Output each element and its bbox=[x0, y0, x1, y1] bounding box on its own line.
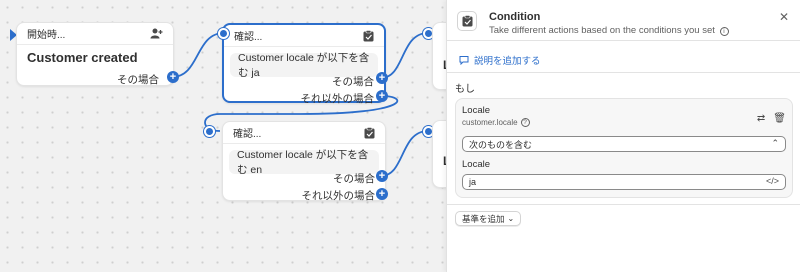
clipboard-check-icon bbox=[457, 11, 477, 31]
start-node[interactable]: 開始時... Customer created その場合 bbox=[16, 22, 174, 86]
chevron-down-icon: ⌄ bbox=[507, 214, 515, 223]
clipboard-check-icon bbox=[363, 29, 374, 41]
condition-node-2[interactable]: 確認... Customer locale が以下を含む en その場合 それ以… bbox=[222, 121, 386, 202]
condition-field-path-text: customer.locale bbox=[462, 118, 518, 127]
swap-icon[interactable]: ⇄ bbox=[757, 113, 765, 124]
condition-1-else-add-icon[interactable]: + bbox=[376, 90, 388, 102]
condition-1-input-port[interactable] bbox=[218, 28, 229, 39]
value-field-label: Locale bbox=[462, 159, 490, 170]
trigger-event: Customer created bbox=[27, 49, 138, 65]
add-criteria-button[interactable]: 基準を追加 ⌄ bbox=[455, 211, 522, 226]
help-icon[interactable]: ? bbox=[520, 118, 530, 127]
condition-field-label: Locale bbox=[462, 105, 490, 116]
value-input[interactable]: ja </> bbox=[462, 174, 786, 190]
start-node-header: 開始時... bbox=[17, 23, 173, 45]
add-description-label: 説明を追加する bbox=[474, 56, 541, 67]
trash-icon[interactable]: 🗑 bbox=[773, 113, 786, 124]
close-icon[interactable]: ✕ bbox=[779, 10, 789, 24]
code-icon[interactable]: </> bbox=[766, 176, 779, 186]
start-branch-then-label: その場合 bbox=[117, 74, 159, 86]
add-description-link[interactable]: 説明を追加する bbox=[459, 53, 541, 67]
condition-2-then-label: その場合 bbox=[333, 173, 375, 185]
condition-node-1-header: 確認... bbox=[224, 25, 384, 47]
clipboard-check-icon bbox=[364, 126, 375, 138]
condition-node-1[interactable]: 確認... Customer locale が以下を含む ja その場合 それ以… bbox=[222, 23, 386, 105]
condition-field-path: customer.locale ? bbox=[462, 118, 530, 127]
condition-node-2-title: 確認... bbox=[233, 129, 262, 140]
start-then-add-icon[interactable]: + bbox=[167, 71, 179, 83]
start-node-title: 開始時... bbox=[27, 30, 66, 41]
condition-1-then-add-icon[interactable]: + bbox=[376, 72, 388, 84]
operator-select-value: 次のものを含む bbox=[469, 139, 533, 150]
condition-1-else-label: それ以外の場合 bbox=[300, 93, 375, 105]
panel-divider bbox=[447, 72, 800, 73]
condition-2-then-add-icon[interactable]: + bbox=[376, 170, 388, 182]
condition-1-then-label: その場合 bbox=[332, 76, 374, 88]
condition-2-input-port[interactable] bbox=[204, 126, 215, 137]
panel-divider bbox=[447, 204, 800, 205]
condition-panel: Condition Take different actions based o… bbox=[446, 0, 800, 272]
condition-card-actions: ⇄ 🗑 bbox=[757, 113, 786, 124]
if-label: もし bbox=[455, 84, 475, 95]
panel-divider bbox=[447, 40, 800, 41]
panel-subtitle-text: Take different actions based on the cond… bbox=[489, 25, 715, 36]
comment-add-icon bbox=[459, 56, 469, 65]
person-add-icon bbox=[150, 28, 163, 39]
panel-title: Condition bbox=[489, 11, 541, 23]
panel-subtitle: Take different actions based on the cond… bbox=[489, 25, 729, 36]
add-criteria-label: 基準を追加 bbox=[462, 213, 505, 224]
condition-2-else-add-icon[interactable]: + bbox=[376, 188, 388, 200]
panel-header: Condition Take different actions based o… bbox=[457, 8, 791, 38]
condition-node-1-title: 確認... bbox=[234, 32, 263, 43]
info-icon[interactable]: i bbox=[719, 27, 729, 36]
condition-node-2-header: 確認... bbox=[223, 122, 385, 144]
operator-select[interactable]: 次のものを含む ⌃ bbox=[462, 136, 786, 152]
select-chevron-icon: ⌃ bbox=[771, 138, 779, 148]
condition-2-else-label: それ以外の場合 bbox=[301, 190, 376, 202]
value-input-text: ja bbox=[469, 177, 477, 187]
condition-card: Locale customer.locale ? ⇄ 🗑 次のものを含む ⌃ L… bbox=[455, 98, 793, 198]
